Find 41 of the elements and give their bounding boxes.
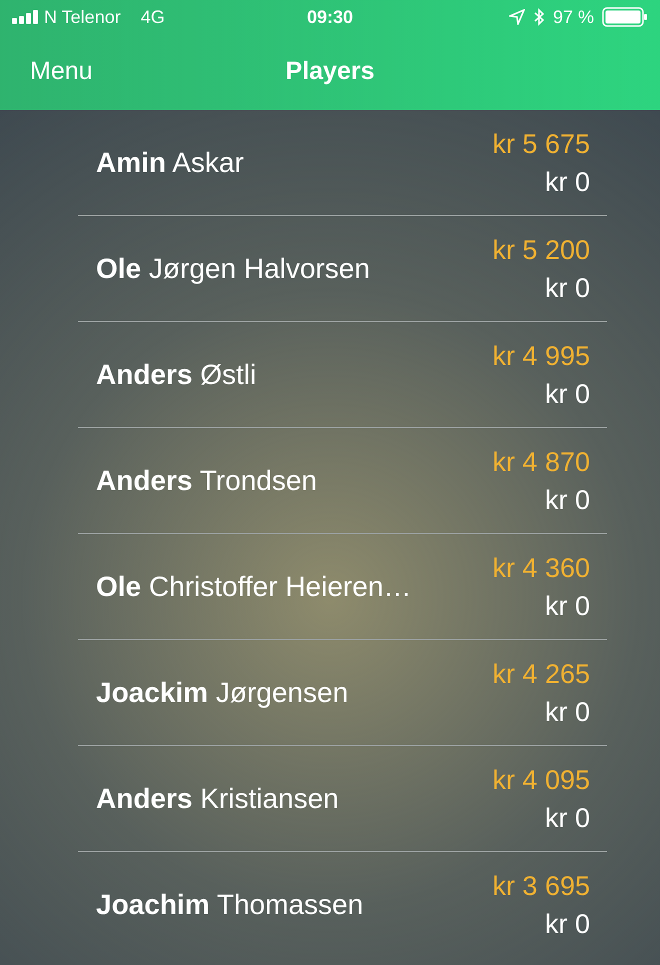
battery-percentage: 97 % bbox=[552, 6, 594, 28]
player-amount: kr 4 870 bbox=[492, 446, 590, 478]
network-type: 4G bbox=[140, 6, 165, 28]
player-row[interactable]: Amin Askar kr 5 675 kr 0 bbox=[78, 110, 607, 216]
screen-title: Players bbox=[286, 56, 374, 88]
player-amount: kr 3 695 bbox=[492, 870, 590, 903]
player-name: Ole Jørgen Halvorsen bbox=[96, 252, 371, 286]
player-balance: kr 0 bbox=[544, 484, 590, 516]
player-row[interactable]: Anders Trondsen kr 4 870 kr 0 bbox=[78, 428, 607, 534]
player-amount: kr 4 265 bbox=[492, 658, 590, 690]
player-amount: kr 4 360 bbox=[492, 552, 590, 584]
player-balance: kr 0 bbox=[544, 696, 590, 728]
player-balance: kr 0 bbox=[544, 802, 590, 834]
bluetooth-icon bbox=[532, 8, 545, 26]
player-name: Joachim Thomassen bbox=[96, 888, 364, 922]
battery-icon bbox=[602, 7, 648, 27]
player-row[interactable]: Anders Kristiansen kr 4 095 kr 0 bbox=[78, 746, 607, 852]
player-name: Joackim Jørgensen bbox=[96, 676, 350, 710]
clock-time: 09:30 bbox=[306, 6, 354, 28]
player-balance: kr 0 bbox=[544, 378, 590, 410]
player-name: Amin Askar bbox=[96, 146, 245, 180]
player-amount: kr 4 995 bbox=[492, 340, 590, 372]
player-amount: kr 5 675 bbox=[492, 128, 590, 160]
carrier-name: N Telenor bbox=[44, 6, 121, 28]
player-balance: kr 0 bbox=[544, 590, 590, 622]
player-amount: kr 5 200 bbox=[492, 234, 590, 266]
player-name: Anders Trondsen bbox=[96, 464, 318, 498]
player-name: Anders Kristiansen bbox=[96, 782, 340, 816]
player-row[interactable]: Ole Christoffer Heieren… kr 4 360 kr 0 bbox=[78, 534, 607, 640]
player-balance: kr 0 bbox=[544, 908, 590, 941]
player-row[interactable]: Joackim Jørgensen kr 4 265 kr 0 bbox=[78, 640, 607, 746]
player-balance: kr 0 bbox=[544, 272, 590, 304]
player-amount: kr 4 095 bbox=[492, 764, 590, 796]
player-balance: kr 0 bbox=[544, 166, 590, 198]
player-row[interactable]: Anders Østli kr 4 995 kr 0 bbox=[78, 322, 607, 428]
location-arrow-icon bbox=[508, 9, 525, 25]
player-name: Ole Christoffer Heieren… bbox=[96, 570, 412, 604]
player-row[interactable]: Ole Jørgen Halvorsen kr 5 200 kr 0 bbox=[78, 216, 607, 322]
player-row[interactable]: Joachim Thomassen kr 3 695 kr 0 bbox=[78, 852, 607, 958]
signal-icon bbox=[12, 10, 40, 24]
player-name: Anders Østli bbox=[96, 358, 258, 392]
